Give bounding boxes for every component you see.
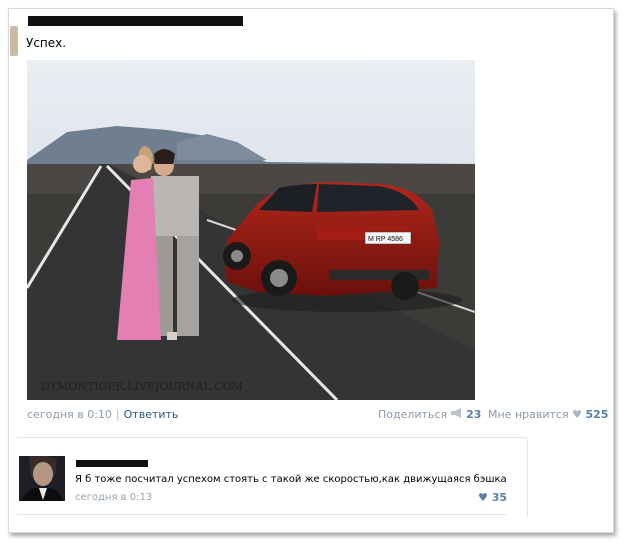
svg-text:M RP 4586: M RP 4586 xyxy=(368,236,403,243)
share-label: Поделиться xyxy=(378,408,448,421)
like-button[interactable]: Мне нравится ♥ 525 xyxy=(488,408,608,421)
share-button[interactable]: Поделиться 23 xyxy=(378,408,481,421)
heart-icon: ♥ xyxy=(572,408,582,421)
post-meta: сегодня в 0:10 | Ответить xyxy=(27,408,178,421)
post-text: Успех. xyxy=(26,36,67,50)
meta-separator: | xyxy=(115,408,120,421)
heart-icon: ♥ xyxy=(478,491,488,504)
divider xyxy=(17,437,527,438)
reply-link[interactable]: Ответить xyxy=(124,408,179,421)
photo-illustration: M RP 4586 DYMONTIGER.LIVEJOURNAL.COM xyxy=(27,60,475,400)
divider-vertical xyxy=(527,438,528,518)
like-count: 525 xyxy=(585,408,609,421)
megaphone-icon xyxy=(450,408,467,421)
redacted-commenter-name xyxy=(76,460,148,467)
share-count: 23 xyxy=(466,408,482,421)
svg-text:DYMONTIGER.LIVEJOURNAL.COM: DYMONTIGER.LIVEJOURNAL.COM xyxy=(41,380,243,393)
commenter-avatar[interactable] xyxy=(19,456,65,501)
author-avatar[interactable] xyxy=(10,26,18,56)
redacted-author-name xyxy=(28,16,243,26)
comment-timestamp[interactable]: сегодня в 0:13 xyxy=(75,492,152,503)
comment-like-count: 35 xyxy=(491,491,508,504)
divider xyxy=(17,514,507,515)
comment-like-button[interactable]: ♥ 35 xyxy=(478,491,507,504)
post-timestamp[interactable]: сегодня в 0:10 xyxy=(27,408,112,421)
comment-text: Я б тоже посчитал успехом стоять с такой… xyxy=(75,474,507,485)
post-photo[interactable]: M RP 4586 DYMONTIGER.LIVEJOURNAL.COM xyxy=(27,60,475,400)
like-label: Мне нравится xyxy=(488,408,569,421)
